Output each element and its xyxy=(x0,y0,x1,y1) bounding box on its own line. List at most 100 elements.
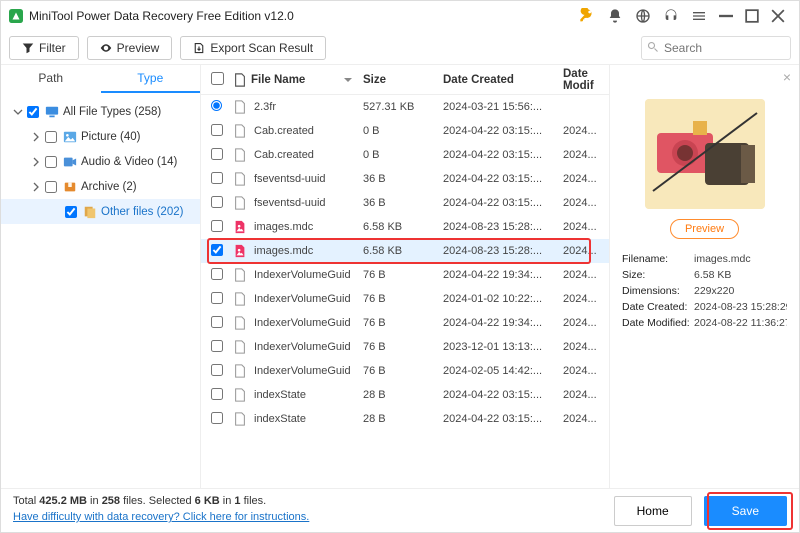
eye-icon xyxy=(100,42,112,54)
tree-av[interactable]: Audio & Video (14) xyxy=(1,149,200,174)
row-check[interactable] xyxy=(211,244,223,256)
close-preview-button[interactable]: × xyxy=(783,69,791,85)
file-date-created: 2024-01-02 10:22:... xyxy=(443,293,563,305)
file-date-modified: 2024... xyxy=(563,245,609,257)
bell-icon[interactable] xyxy=(607,8,623,24)
row-check[interactable] xyxy=(211,316,223,328)
filter-button[interactable]: Filter xyxy=(9,36,79,60)
table-row[interactable]: 2.3fr527.31 KB2024-03-21 15:56:... xyxy=(201,95,609,119)
table-row[interactable]: IndexerVolumeGuid76 B2024-02-05 14:42:..… xyxy=(201,359,609,383)
file-name: IndexerVolumeGuid xyxy=(254,269,351,281)
save-button[interactable]: Save xyxy=(704,496,787,526)
row-check[interactable] xyxy=(211,364,223,376)
table-row[interactable]: Cab.created0 B2024-04-22 03:15:...2024..… xyxy=(201,143,609,167)
minimize-icon[interactable] xyxy=(719,9,733,23)
file-size: 28 B xyxy=(363,413,443,425)
tree-picture[interactable]: Picture (40) xyxy=(1,124,200,149)
table-row[interactable]: fseventsd-uuid36 B2024-04-22 03:15:...20… xyxy=(201,167,609,191)
menu-icon[interactable] xyxy=(691,8,707,24)
row-check[interactable] xyxy=(211,220,223,232)
table-header: File Name Size Date Created Date Modif xyxy=(201,65,609,95)
app-logo-icon xyxy=(9,9,23,23)
meta-dm-v: 2024-08-22 11:36:27 xyxy=(694,317,787,329)
sidebar: Path Type All File Types (258) Picture (… xyxy=(1,65,201,488)
row-check[interactable] xyxy=(211,412,223,424)
file-size: 76 B xyxy=(363,293,443,305)
col-name-label[interactable]: File Name xyxy=(251,74,305,86)
table-row[interactable]: IndexerVolumeGuid76 B2024-04-22 19:34:..… xyxy=(201,311,609,335)
file-name: images.mdc xyxy=(254,221,313,233)
tree-root[interactable]: All File Types (258) xyxy=(1,99,200,124)
file-date-modified: 2024... xyxy=(563,317,609,329)
row-check[interactable] xyxy=(211,148,223,160)
table-row[interactable]: IndexerVolumeGuid76 B2023-12-01 13:13:..… xyxy=(201,335,609,359)
row-check[interactable] xyxy=(211,124,223,136)
preview-button[interactable]: Preview xyxy=(87,36,173,60)
row-check[interactable] xyxy=(211,196,223,208)
video-icon xyxy=(63,155,77,169)
meta-dim-k: Dimensions: xyxy=(622,285,694,297)
export-button[interactable]: Export Scan Result xyxy=(180,36,326,60)
picture-icon xyxy=(63,130,77,144)
filter-icon xyxy=(22,42,34,54)
col-date-modified-label[interactable]: Date Modif xyxy=(563,68,609,92)
file-size: 0 B xyxy=(363,149,443,161)
key-icon[interactable] xyxy=(579,8,595,24)
close-icon[interactable] xyxy=(771,9,785,23)
row-check[interactable] xyxy=(211,268,223,280)
meta-dc-k: Date Created: xyxy=(622,301,694,313)
row-check[interactable] xyxy=(211,292,223,304)
tree-archive[interactable]: Archive (2) xyxy=(1,174,200,199)
file-date-modified: 2024... xyxy=(563,125,609,137)
file-date-created: 2024-04-22 03:15:... xyxy=(443,173,563,185)
search-field-wrap xyxy=(641,36,791,60)
col-size-label[interactable]: Size xyxy=(363,74,443,86)
search-input[interactable] xyxy=(641,36,791,60)
table-row[interactable]: fseventsd-uuid36 B2024-04-22 03:15:...20… xyxy=(201,191,609,215)
tree-archive-check[interactable] xyxy=(45,181,57,193)
table-row[interactable]: indexState28 B2024-04-22 03:15:...2024..… xyxy=(201,407,609,431)
tree-av-check[interactable] xyxy=(45,156,57,168)
globe-icon[interactable] xyxy=(635,8,651,24)
tab-type[interactable]: Type xyxy=(101,65,201,93)
meta-size-v: 6.58 KB xyxy=(694,269,787,281)
select-all-check[interactable] xyxy=(211,72,224,85)
window-title: MiniTool Power Data Recovery Free Editio… xyxy=(29,9,294,23)
col-date-created-label[interactable]: Date Created xyxy=(443,74,563,86)
tree-other-files[interactable]: Other files (202) xyxy=(1,199,200,224)
tree-picture-check[interactable] xyxy=(45,131,57,143)
maximize-icon[interactable] xyxy=(745,9,759,23)
table-body[interactable]: 2.3fr527.31 KB2024-03-21 15:56:...Cab.cr… xyxy=(201,95,609,488)
row-check[interactable] xyxy=(211,388,223,400)
body: Path Type All File Types (258) Picture (… xyxy=(1,65,799,488)
preview-file-button[interactable]: Preview xyxy=(670,219,739,239)
home-button[interactable]: Home xyxy=(614,496,692,526)
tree-root-check[interactable] xyxy=(27,106,39,118)
tree-root-label: All File Types (258) xyxy=(63,106,161,118)
sidebar-tabs: Path Type xyxy=(1,65,200,93)
file-date-created: 2024-04-22 03:15:... xyxy=(443,413,563,425)
file-size: 28 B xyxy=(363,389,443,401)
headset-icon[interactable] xyxy=(663,8,679,24)
row-check[interactable] xyxy=(211,340,223,352)
row-check[interactable] xyxy=(211,172,223,184)
row-radio[interactable] xyxy=(211,100,222,111)
table-row[interactable]: Cab.created0 B2024-04-22 03:15:...2024..… xyxy=(201,119,609,143)
status-summary: Total 425.2 MB in 258 files. Selected 6 … xyxy=(13,495,266,507)
file-size: 36 B xyxy=(363,197,443,209)
table-row[interactable]: images.mdc6.58 KB2024-08-23 15:28:...202… xyxy=(201,239,609,263)
tab-path[interactable]: Path xyxy=(1,65,101,93)
file-date-created: 2023-12-01 13:13:... xyxy=(443,341,563,353)
export-icon xyxy=(193,42,205,54)
status-bar: Total 425.2 MB in 258 files. Selected 6 … xyxy=(1,488,799,532)
table-row[interactable]: IndexerVolumeGuid76 B2024-04-22 19:34:..… xyxy=(201,263,609,287)
tree-other-check[interactable] xyxy=(65,206,77,218)
file-date-modified: 2024... xyxy=(563,389,609,401)
sort-icon[interactable] xyxy=(343,75,353,85)
file-date-modified: 2024... xyxy=(563,197,609,209)
table-row[interactable]: images.mdc6.58 KB2024-08-23 15:28:...202… xyxy=(201,215,609,239)
help-link[interactable]: Have difficulty with data recovery? Clic… xyxy=(13,511,309,523)
toolbar: Filter Preview Export Scan Result xyxy=(1,31,799,65)
table-row[interactable]: IndexerVolumeGuid76 B2024-01-02 10:22:..… xyxy=(201,287,609,311)
table-row[interactable]: indexState28 B2024-04-22 03:15:...2024..… xyxy=(201,383,609,407)
